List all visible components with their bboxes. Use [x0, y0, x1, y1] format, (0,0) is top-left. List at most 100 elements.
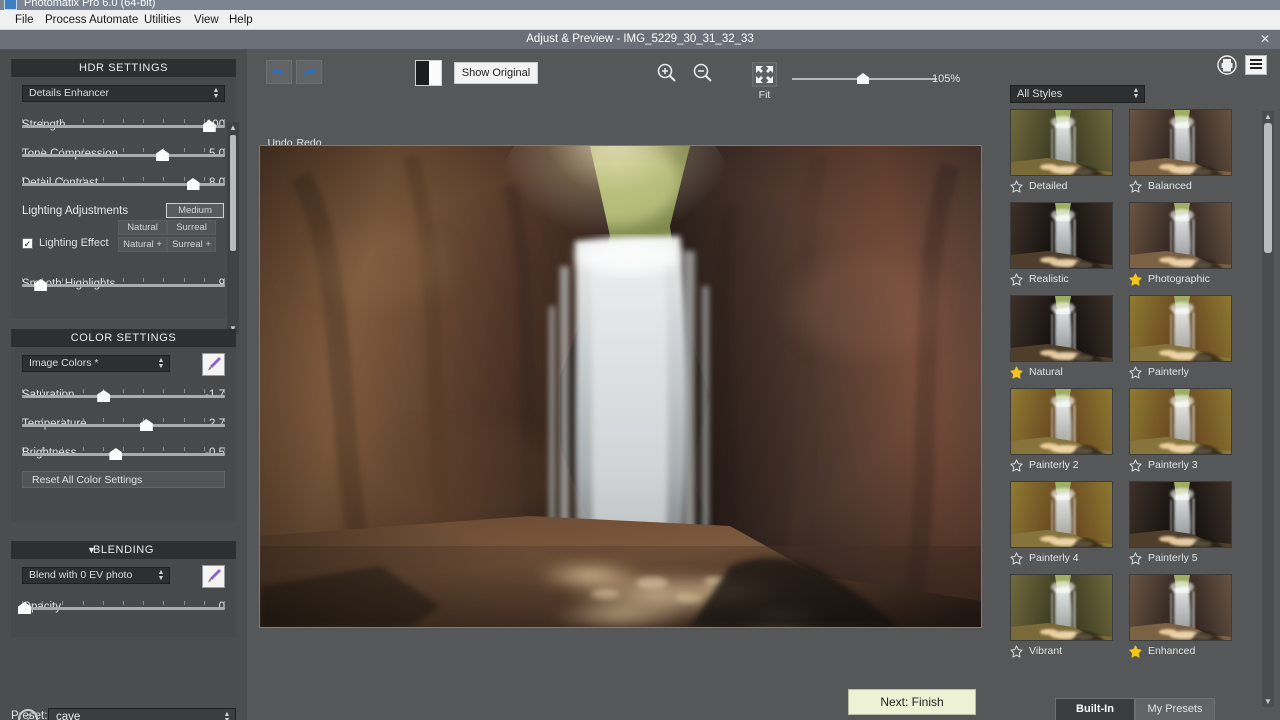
style-card-photographic[interactable]: Photographic [1129, 202, 1232, 288]
style-thumbnail-image [1130, 203, 1232, 269]
slider-detail-contrast-track[interactable] [22, 177, 225, 189]
show-original-button[interactable]: Show Original [454, 62, 538, 84]
zoom-slider[interactable] [792, 73, 937, 87]
star-outline-icon[interactable] [1129, 552, 1142, 565]
style-card-painterly-4[interactable]: Painterly 4 [1010, 481, 1113, 567]
lighting-button-surreal[interactable]: Surreal [167, 220, 216, 235]
paintbrush-icon [203, 566, 224, 587]
star-outline-icon[interactable] [1129, 180, 1142, 193]
style-thumbnail-image [1130, 110, 1232, 176]
scroll-up-icon[interactable]: ▲ [227, 122, 239, 133]
color-mode-dropdown[interactable]: Image Colors * ▲▼ [22, 355, 170, 372]
style-card-enhanced[interactable]: Enhanced [1129, 574, 1232, 660]
style-card-realistic[interactable]: Realistic [1010, 202, 1113, 288]
scrollbar-thumb[interactable] [1264, 123, 1272, 253]
track-line [22, 607, 225, 610]
lighting-effect-checkbox[interactable]: ✓ [22, 238, 33, 249]
style-thumbnail[interactable] [1129, 481, 1232, 548]
menu-item-utilities[interactable]: Utilities [137, 10, 188, 30]
styles-scrollbar[interactable]: ▲ ▼ [1262, 111, 1274, 707]
slider-brightness-track[interactable] [22, 447, 225, 459]
scrollbar-thumb[interactable] [229, 134, 237, 252]
slider-tone-compression-track[interactable] [22, 148, 225, 160]
star-filled-icon[interactable] [1010, 366, 1023, 379]
preset-row: Preset: cave ▲▼ [11, 708, 236, 720]
lighting-button-natural[interactable]: Natural [118, 220, 167, 235]
style-name: Painterly 5 [1148, 552, 1198, 564]
style-card-painterly-5[interactable]: Painterly 5 [1129, 481, 1232, 567]
scroll-up-icon[interactable]: ▲ [1262, 111, 1274, 122]
lighting-effect-checkbox-row[interactable]: ✓ Lighting Effect [22, 237, 109, 249]
styles-tabs: Built-In My Presets [1055, 698, 1255, 720]
tick-marks [22, 119, 225, 123]
blending-brush-button[interactable] [202, 565, 225, 588]
star-filled-icon[interactable] [1129, 273, 1142, 286]
lighting-button-surreal-plus[interactable]: Surreal + [167, 237, 216, 252]
style-card-painterly-2[interactable]: Painterly 2 [1010, 388, 1113, 474]
style-thumbnail[interactable] [1010, 388, 1113, 455]
slider-strength-track[interactable] [22, 119, 225, 131]
undo-button[interactable] [266, 60, 292, 84]
style-card-painterly-3[interactable]: Painterly 3 [1129, 388, 1232, 474]
style-card-vibrant[interactable]: Vibrant [1010, 574, 1113, 660]
star-outline-icon[interactable] [1010, 459, 1023, 472]
style-thumbnail[interactable] [1129, 202, 1232, 269]
style-thumbnail[interactable] [1010, 202, 1113, 269]
tab-my-presets[interactable]: My Presets [1135, 698, 1215, 720]
lighting-button-natural-plus[interactable]: Natural + [118, 237, 167, 252]
fit-button[interactable] [752, 62, 777, 87]
tick-marks [22, 601, 225, 605]
star-outline-icon[interactable] [1129, 459, 1142, 472]
style-thumbnail[interactable] [1010, 574, 1113, 641]
zoom-slider-knob[interactable] [857, 73, 869, 84]
slider-opacity-track[interactable] [22, 601, 225, 613]
print-button[interactable] [1217, 55, 1239, 75]
style-thumbnail[interactable] [1129, 295, 1232, 362]
style-thumbnail[interactable] [1129, 574, 1232, 641]
styles-filter-value: All Styles [1017, 88, 1062, 100]
preset-dropdown[interactable]: cave ▲▼ [48, 708, 236, 720]
slider-smooth-highlights-track[interactable] [22, 278, 225, 290]
image-preview[interactable] [259, 145, 982, 628]
style-thumbnail[interactable] [1010, 109, 1113, 176]
blending-mode-dropdown[interactable]: Blend with 0 EV photo ▲▼ [22, 567, 170, 584]
style-card-balanced[interactable]: Balanced [1129, 109, 1232, 195]
style-card-natural[interactable]: Natural [1010, 295, 1113, 381]
star-filled-icon[interactable] [1129, 645, 1142, 658]
color-brush-button[interactable] [202, 353, 225, 376]
hdr-settings-scrollbar[interactable]: ▲ ▼ [227, 122, 239, 334]
slider-saturation-track[interactable] [22, 389, 225, 401]
tab-built-in[interactable]: Built-In [1055, 698, 1135, 720]
zoom-in-button[interactable] [656, 63, 677, 87]
zoom-out-button[interactable] [692, 63, 713, 87]
close-icon[interactable]: ✕ [1256, 30, 1274, 49]
style-card-painterly[interactable]: Painterly [1129, 295, 1232, 381]
next-finish-button[interactable]: Next: Finish [848, 689, 976, 715]
style-thumbnail[interactable] [1129, 388, 1232, 455]
star-outline-icon[interactable] [1010, 645, 1023, 658]
style-thumbnail[interactable] [1010, 295, 1113, 362]
menu-item-help[interactable]: Help [222, 10, 260, 30]
style-thumbnail[interactable] [1010, 481, 1113, 548]
settings-panel-inner: HDR SETTINGS Details Enhancer ▲▼ Strengt… [11, 59, 236, 637]
style-thumbnail[interactable] [1129, 109, 1232, 176]
hdr-method-dropdown[interactable]: Details Enhancer ▲▼ [22, 85, 225, 102]
scroll-down-icon[interactable]: ▼ [1262, 696, 1274, 707]
star-outline-icon[interactable] [1010, 273, 1023, 286]
redo-button[interactable] [296, 60, 322, 84]
slider-temperature-track[interactable] [22, 418, 225, 430]
star-outline-icon[interactable] [1010, 552, 1023, 565]
menu-item-automate[interactable]: Automate [82, 10, 145, 30]
before-after-toggle[interactable] [415, 60, 442, 86]
styles-filter-dropdown[interactable]: All Styles ▲▼ [1010, 85, 1145, 103]
menu-item-view[interactable]: View [187, 10, 226, 30]
reset-all-color-settings-button[interactable]: Reset All Color Settings [22, 471, 225, 488]
lighting-button-medium[interactable]: Medium [166, 203, 224, 218]
redo-arrow-icon [300, 64, 318, 81]
star-outline-icon[interactable] [1129, 366, 1142, 379]
star-outline-icon[interactable] [1010, 180, 1023, 193]
style-thumbnail-image [1130, 296, 1232, 362]
menu-list-button[interactable] [1245, 55, 1267, 75]
menu-item-file[interactable]: File [8, 10, 41, 30]
style-card-detailed[interactable]: Detailed [1010, 109, 1113, 195]
